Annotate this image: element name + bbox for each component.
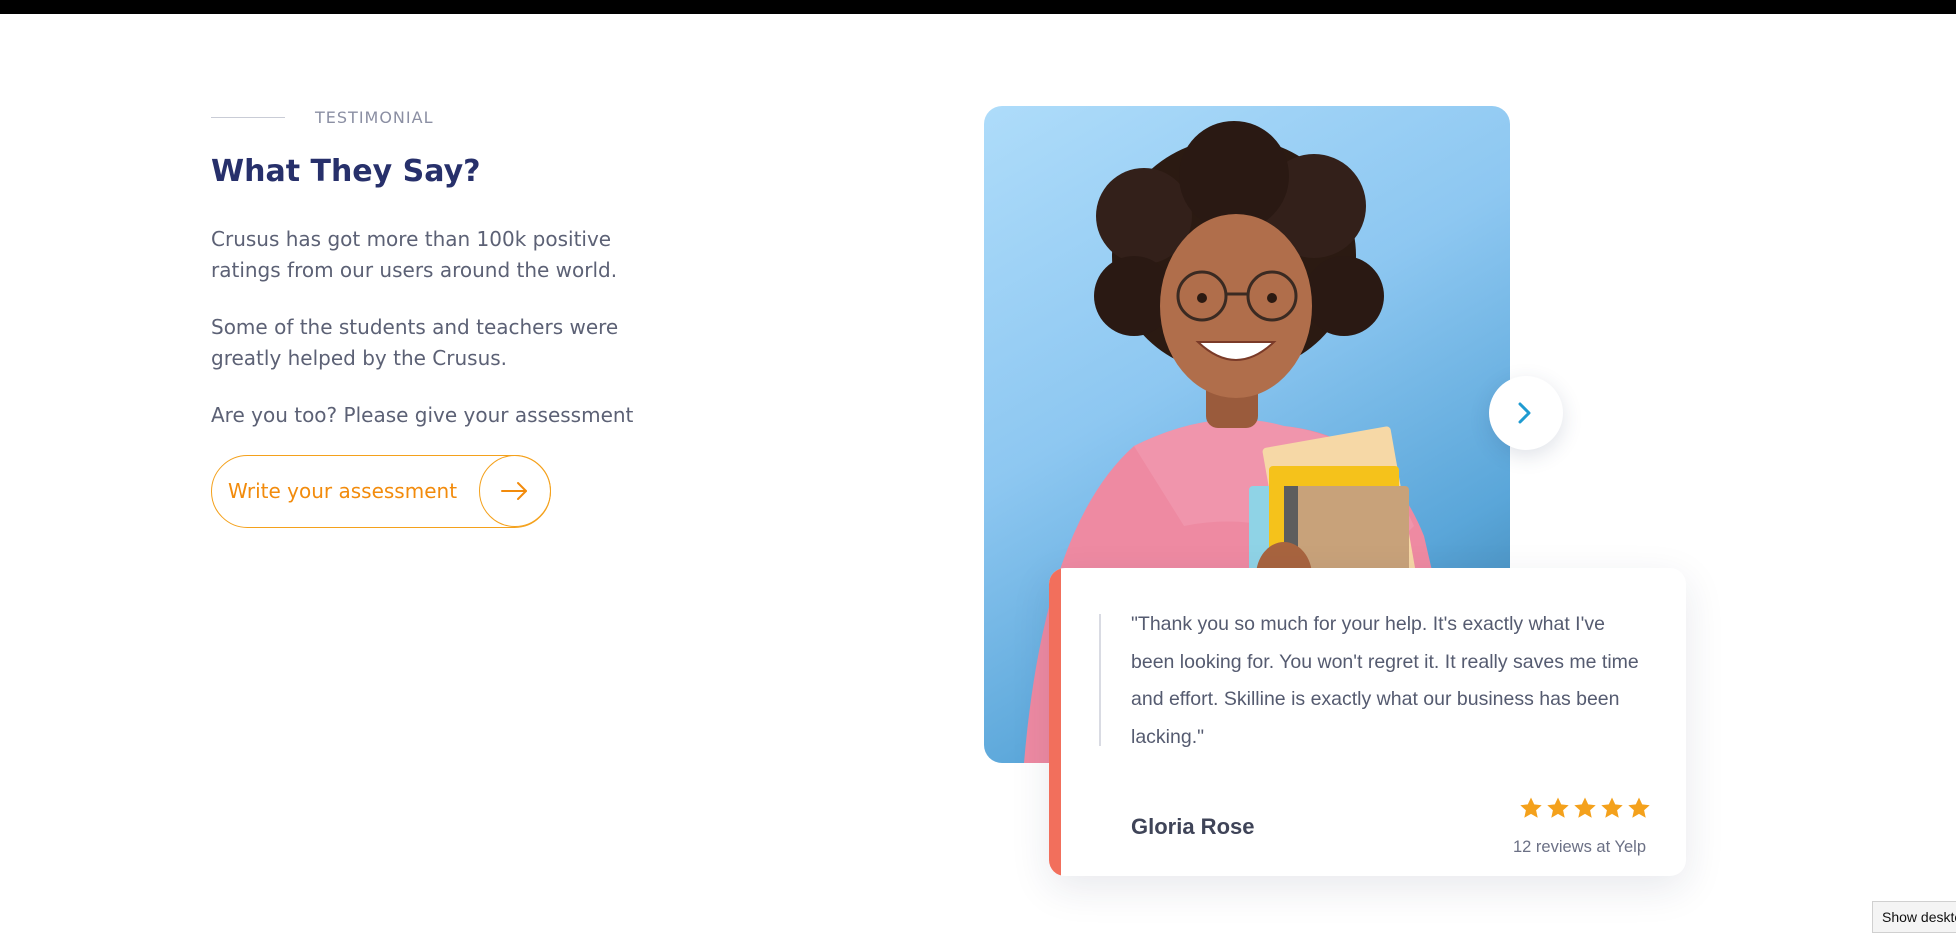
star-icon: [1520, 797, 1542, 818]
star-icon: [1574, 797, 1596, 818]
eyebrow-label: TESTIMONIAL: [315, 108, 434, 127]
review-author: Gloria Rose: [1131, 814, 1255, 839]
write-assessment-button[interactable]: Write your assessment: [211, 455, 551, 528]
quote-divider: [1099, 614, 1101, 746]
intro-paragraph: Some of the students and teachers were g…: [211, 315, 619, 370]
section-eyebrow: TESTIMONIAL: [211, 108, 433, 127]
write-assessment-label: Write your assessment: [228, 479, 458, 503]
intro-paragraph: Crusus has got more than 100k positive r…: [211, 227, 618, 282]
intro-paragraph: Are you too? Please give your assessment: [211, 403, 634, 427]
chevron-right-icon: [1518, 402, 1531, 424]
review-count: 12 reviews at Yelp: [1512, 838, 1646, 856]
star-rating: [1519, 796, 1651, 820]
star-icon: [1601, 797, 1623, 818]
star-icon: [1547, 797, 1569, 818]
arrow-right-icon: [479, 455, 551, 527]
review-card: "Thank you so much for your help. It's e…: [1049, 568, 1686, 876]
card-accent-bar: [1049, 568, 1061, 876]
eyebrow-divider: [211, 117, 285, 118]
section-heading: What They Say?: [211, 154, 481, 189]
testimonial-section: TESTIMONIAL What They Say? Crusus has go…: [0, 14, 1956, 938]
review-quote: "Thank you so much for your help. It's e…: [1131, 613, 1639, 748]
star-icon: [1628, 797, 1650, 818]
next-testimonial-button[interactable]: [1489, 376, 1563, 450]
show-desktop-tooltip: Show desktop: [1872, 901, 1956, 933]
